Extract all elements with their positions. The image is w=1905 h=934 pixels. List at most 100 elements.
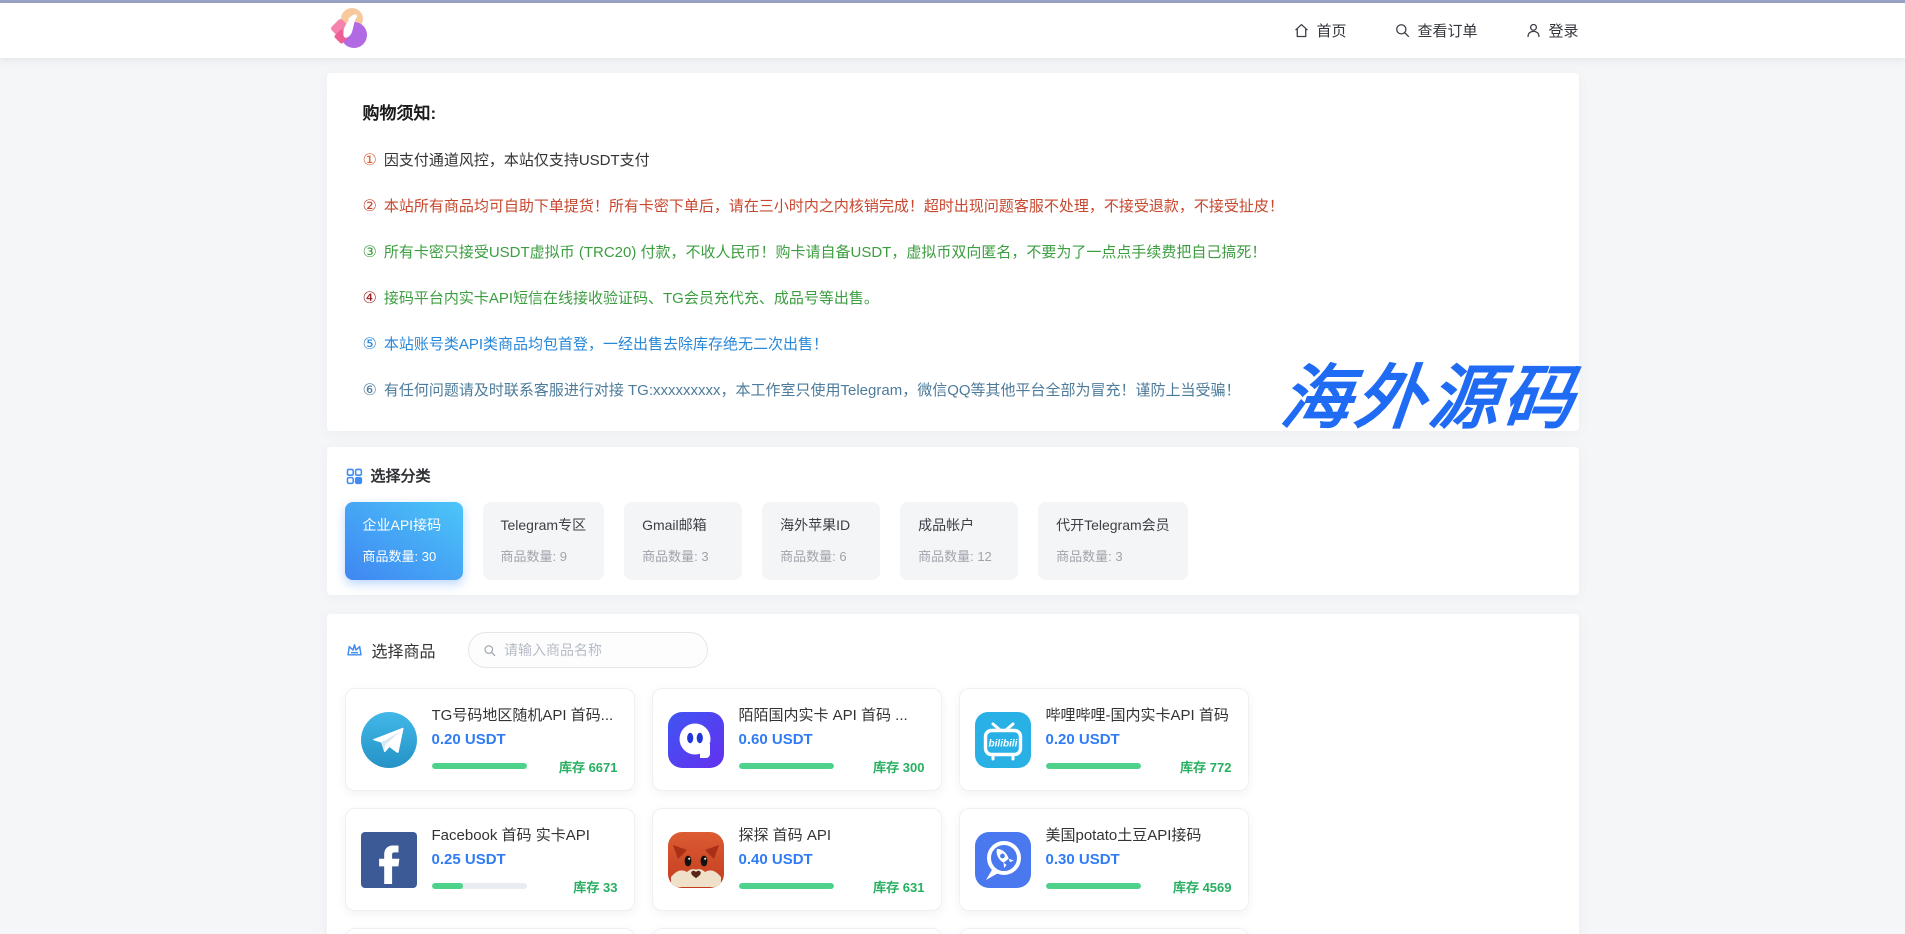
notice-num-5: ⑤	[363, 336, 377, 354]
nav-login-label: 登录	[1548, 20, 1578, 41]
notice-num-2: ②	[363, 198, 377, 216]
product-price: 0.20 USDT	[1046, 731, 1232, 748]
notice-text-2: 本站所有商品均可自助下单提货！所有卡密下单后，请在三小时内之内核销完成！超时出现…	[384, 198, 1284, 216]
stock-progress-bar	[432, 763, 527, 769]
product-title: 哔哩哔哩-国内实卡API 首码	[1046, 704, 1232, 725]
category-count-prefix: 商品数量:	[918, 549, 977, 564]
bilibili-wordmark: bilibili	[988, 738, 1017, 749]
category-card-finished-accounts[interactable]: 成品帐户 商品数量: 12	[900, 502, 1018, 580]
stock-label: 库存 772	[1180, 757, 1231, 776]
facebook-logo	[360, 831, 418, 889]
nav-view-orders-label: 查看订单	[1417, 20, 1477, 41]
product-price: 0.40 USDT	[739, 851, 925, 868]
stock-progress-bar	[1046, 763, 1141, 769]
category-name: Telegram专区	[501, 515, 587, 535]
product-card-partial[interactable]	[345, 928, 635, 934]
product-card-tg-api[interactable]: TG号码地区随机API 首码... 0.20 USDT 库存 6671	[345, 688, 635, 791]
category-count: 12	[977, 549, 991, 564]
product-title: TG号码地区随机API 首码...	[432, 704, 618, 725]
category-name: 代开Telegram会员	[1056, 515, 1170, 535]
tantan-logo	[667, 831, 725, 889]
product-price: 0.60 USDT	[739, 731, 925, 748]
product-panel: 选择商品 TG号码地区随机API 首码...	[327, 614, 1579, 934]
category-card-telegram[interactable]: Telegram专区 商品数量: 9	[483, 502, 605, 580]
grid-icon	[345, 467, 363, 485]
notice-line-3: ③ 所有卡密只接受USDT虚拟币 (TRC20) 付款，不收人民币！购卡请自备U…	[363, 244, 1543, 262]
notice-line-5: ⑤ 本站账号类API类商品均包首登，一经出售去除库存绝无二次出售！	[363, 336, 1543, 354]
product-card-tantan-api[interactable]: 探探 首码 API 0.40 USDT 库存 631	[652, 808, 942, 911]
product-search-box	[468, 632, 708, 668]
category-panel: 选择分类 企业API接码 商品数量: 30 Telegram专区 商品数量: 9…	[327, 447, 1579, 595]
category-count: 6	[839, 549, 846, 564]
notice-text-3: 所有卡密只接受USDT虚拟币 (TRC20) 付款，不收人民币！购卡请自备USD…	[384, 244, 1267, 262]
potato-logo	[974, 831, 1032, 889]
notice-line-6: ⑥ 有任何问题请及时联系客服进行对接 TG:xxxxxxxxx，本工作室只使用T…	[363, 382, 1543, 400]
product-card-potato-api[interactable]: 美国potato土豆API接码 0.30 USDT 库存 4569	[959, 808, 1249, 911]
category-count-prefix: 商品数量:	[780, 549, 839, 564]
stock-progress-bar	[1046, 883, 1141, 889]
category-count: 3	[701, 549, 708, 564]
product-title: 探探 首码 API	[739, 824, 925, 845]
product-grid: TG号码地区随机API 首码... 0.20 USDT 库存 6671	[345, 688, 1561, 934]
stock-progress-bar	[739, 763, 834, 769]
notice-num-3: ③	[363, 244, 377, 262]
app-header: 首页 查看订单 登录	[0, 3, 1905, 58]
main-nav: 首页 查看订单 登录	[1293, 20, 1578, 41]
product-title: Facebook 首码 实卡API	[432, 824, 618, 845]
product-card-bilibili-api[interactable]: bilibili 哔哩哔哩-国内实卡API 首码 0.20 USDT 库存 77…	[959, 688, 1249, 791]
site-logo-icon	[327, 6, 371, 50]
category-count-prefix: 商品数量:	[363, 549, 422, 564]
category-count-prefix: 商品数量:	[1056, 549, 1115, 564]
category-name: 成品帐户	[918, 515, 1000, 535]
product-section-title: 选择商品	[372, 638, 436, 662]
notice-num-4: ④	[363, 290, 377, 308]
nav-view-orders[interactable]: 查看订单	[1394, 20, 1477, 41]
search-icon	[1394, 22, 1411, 39]
stock-progress-bar	[739, 883, 834, 889]
product-price: 0.30 USDT	[1046, 851, 1232, 868]
stock-label: 库存 300	[873, 757, 924, 776]
category-card-enterprise-api[interactable]: 企业API接码 商品数量: 30	[345, 502, 463, 580]
product-title: 美国potato土豆API接码	[1046, 824, 1232, 845]
stock-label: 库存 631	[873, 877, 924, 896]
category-count: 3	[1115, 549, 1122, 564]
notice-text-4: 接码平台内实卡API短信在线接收验证码、TG会员充代充、成品号等出售。	[384, 290, 879, 308]
category-count: 9	[560, 549, 567, 564]
product-card-partial[interactable]	[652, 928, 942, 934]
bilibili-logo: bilibili	[974, 711, 1032, 769]
nav-home-label: 首页	[1316, 20, 1346, 41]
momo-logo	[667, 711, 725, 769]
category-section-title: 选择分类	[371, 465, 431, 486]
stock-label: 库存 33	[573, 877, 617, 896]
category-count-prefix: 商品数量:	[501, 549, 560, 564]
product-price: 0.25 USDT	[432, 851, 618, 868]
notice-line-4: ④ 接码平台内实卡API短信在线接收验证码、TG会员充代充、成品号等出售。	[363, 290, 1543, 308]
category-count-prefix: 商品数量:	[642, 549, 701, 564]
category-list: 企业API接码 商品数量: 30 Telegram专区 商品数量: 9 Gmai…	[345, 502, 1561, 580]
category-card-telegram-premium[interactable]: 代开Telegram会员 商品数量: 3	[1038, 502, 1188, 580]
stock-label: 库存 6671	[559, 757, 618, 776]
product-card-partial[interactable]	[959, 928, 1249, 934]
notice-title: 购物须知:	[363, 99, 1543, 124]
product-card-facebook-api[interactable]: Facebook 首码 实卡API 0.25 USDT 库存 33	[345, 808, 635, 911]
site-logo[interactable]	[327, 6, 371, 55]
stock-label: 库存 4569	[1173, 877, 1232, 896]
category-count: 30	[422, 549, 436, 564]
search-icon	[483, 643, 496, 658]
product-search-input[interactable]	[504, 642, 693, 658]
crown-icon	[345, 641, 364, 660]
shopping-notice-panel: 购物须知: ① 因支付通道风控，本站仅支持USDT支付 ② 本站所有商品均可自助…	[327, 73, 1579, 431]
category-card-gmail[interactable]: Gmail邮箱 商品数量: 3	[624, 502, 742, 580]
category-card-apple-id[interactable]: 海外苹果ID 商品数量: 6	[762, 502, 880, 580]
category-name: Gmail邮箱	[642, 515, 724, 535]
nav-home[interactable]: 首页	[1293, 20, 1346, 41]
user-icon	[1525, 22, 1542, 39]
category-name: 企业API接码	[363, 515, 445, 535]
notice-text-5: 本站账号类API类商品均包首登，一经出售去除库存绝无二次出售！	[384, 336, 828, 354]
notice-num-6: ⑥	[363, 382, 377, 400]
product-card-momo-api[interactable]: 陌陌国内实卡 API 首码 ... 0.60 USDT 库存 300	[652, 688, 942, 791]
telegram-logo	[360, 711, 418, 769]
nav-login[interactable]: 登录	[1525, 20, 1578, 41]
stock-progress-bar	[432, 883, 527, 889]
notice-text-6: 有任何问题请及时联系客服进行对接 TG:xxxxxxxxx，本工作室只使用Tel…	[384, 382, 1241, 400]
